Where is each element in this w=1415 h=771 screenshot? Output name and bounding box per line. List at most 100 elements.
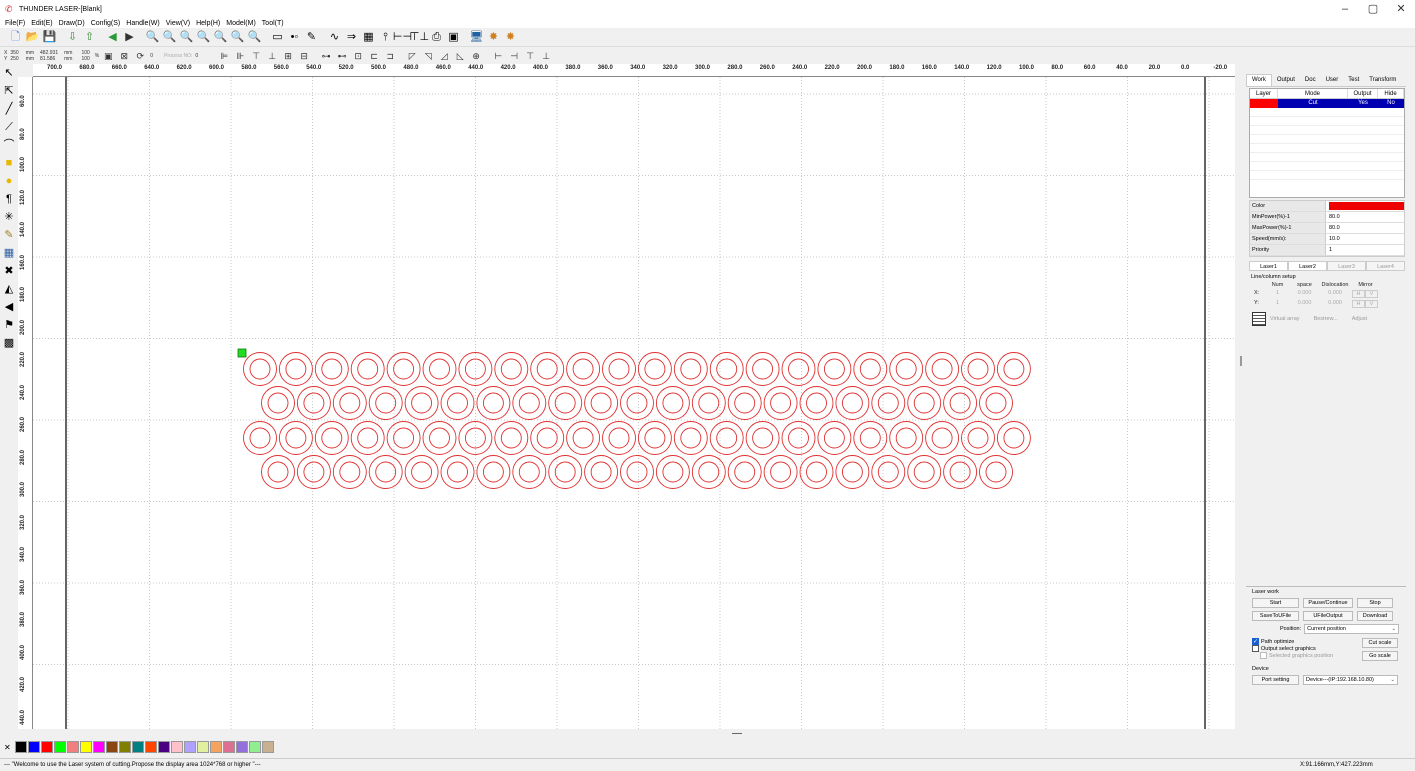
align-bottom-icon[interactable]: ⊥ xyxy=(266,50,278,62)
save-icon[interactable]: 💾 xyxy=(42,30,57,45)
color-swatch[interactable] xyxy=(223,741,235,753)
color-swatch[interactable] xyxy=(28,741,40,753)
import-icon[interactable]: ⇩ xyxy=(65,30,80,45)
tab-transform[interactable]: Transform xyxy=(1364,75,1401,86)
color-swatch[interactable] xyxy=(106,741,118,753)
lcs-x-mirror-v[interactable]: V xyxy=(1365,290,1378,298)
port-setting-button[interactable]: Port setting xyxy=(1252,675,1299,685)
start-button[interactable]: Start xyxy=(1252,598,1299,608)
download-button[interactable]: Download xyxy=(1357,611,1393,621)
lcs-y-space[interactable]: 0.000 xyxy=(1291,300,1318,308)
zoom-in-icon[interactable]: 🔍 xyxy=(162,30,177,45)
stop-button[interactable]: Stop xyxy=(1357,598,1393,608)
menu-view[interactable]: View(V) xyxy=(166,20,190,27)
align-left-icon[interactable]: ⊫ xyxy=(218,50,230,62)
center-icon[interactable]: ⊕ xyxy=(470,50,482,62)
position-select[interactable]: Current position ⌄ xyxy=(1304,624,1400,634)
grid-icon[interactable]: ▦ xyxy=(361,30,376,45)
mirror-icon[interactable]: ⊠ xyxy=(118,50,130,62)
prop-value[interactable]: 80.0 xyxy=(1326,212,1404,222)
menu-tool[interactable]: Tool(T) xyxy=(262,20,284,27)
distribute-h-icon[interactable]: ⊏ xyxy=(368,50,380,62)
color-swatch[interactable] xyxy=(210,741,222,753)
lcs-x-num[interactable]: 1 xyxy=(1264,290,1291,298)
color-swatch[interactable] xyxy=(93,741,105,753)
dot-tool-icon[interactable]: ✳ xyxy=(1,209,17,225)
no-color-icon[interactable]: ✕ xyxy=(4,743,12,752)
page-icon[interactable]: ▣ xyxy=(446,30,461,45)
color-swatch[interactable] xyxy=(197,741,209,753)
color-swatch[interactable] xyxy=(67,741,79,753)
vdist-icon[interactable]: ⊤⊥ xyxy=(410,30,429,45)
selected-position-checkbox[interactable]: Selected graphics position xyxy=(1260,652,1362,659)
tab-laser1[interactable]: Laser1 xyxy=(1249,261,1288,271)
table-row[interactable]: Cut Yes No xyxy=(1250,99,1404,108)
scale-y-value[interactable]: 100 xyxy=(81,56,89,62)
grid-tool-icon[interactable]: ▦ xyxy=(1,245,17,261)
array-grid-icon[interactable] xyxy=(1252,312,1266,326)
menu-file[interactable]: File(F) xyxy=(5,20,25,27)
output-select-checkbox[interactable]: Output select graphics xyxy=(1252,645,1362,652)
same-width-icon[interactable]: ⊶ xyxy=(320,50,332,62)
laser-icon[interactable]: ✸ xyxy=(486,30,501,45)
redo-icon[interactable]: ▶ xyxy=(122,30,137,45)
edge-bottom-icon[interactable]: ⊥ xyxy=(540,50,552,62)
laser-array-icon[interactable]: ✸ xyxy=(503,30,518,45)
tab-laser4[interactable]: Laser4 xyxy=(1366,261,1405,271)
process-value[interactable]: 0 xyxy=(195,53,198,59)
layer-mode[interactable]: Cut xyxy=(1278,99,1348,108)
rect-tool-icon[interactable]: ■ xyxy=(1,155,17,171)
undo-icon[interactable]: ◀ xyxy=(105,30,120,45)
close-button[interactable]: ✕ xyxy=(1387,0,1415,18)
maximize-button[interactable]: ▢ xyxy=(1359,0,1387,18)
zoom-select-icon[interactable]: 🔍 xyxy=(230,30,245,45)
lock-ratio-icon[interactable]: ▣ xyxy=(102,50,114,62)
pause-continue-button[interactable]: Pause/Continue xyxy=(1303,598,1353,608)
ufile-output-button[interactable]: UFileOutput xyxy=(1303,611,1353,621)
menu-handle[interactable]: Handle(W) xyxy=(126,20,159,27)
pen-icon[interactable]: ✎ xyxy=(304,30,319,45)
y-value[interactable]: 250 xyxy=(10,56,18,62)
go-scale-button[interactable]: Go scale xyxy=(1362,651,1398,661)
mirror-h-tool-icon[interactable]: ◭ xyxy=(1,281,17,297)
text-tool-icon[interactable]: ¶ xyxy=(1,191,17,207)
prop-color-swatch[interactable] xyxy=(1326,201,1404,211)
edge-left-icon[interactable]: ⊢ xyxy=(492,50,504,62)
mirror-v-tool-icon[interactable]: ◀ xyxy=(1,299,17,315)
edge-top-icon[interactable]: ⊤ xyxy=(524,50,536,62)
image-tool-icon[interactable]: ✎ xyxy=(1,227,17,243)
zoom-icon[interactable]: 🔍 xyxy=(145,30,160,45)
adjust-button[interactable]: Adjust xyxy=(1352,316,1367,322)
menu-draw[interactable]: Draw(D) xyxy=(59,20,85,27)
color-swatch[interactable] xyxy=(158,741,170,753)
distribute-v-icon[interactable]: ⊐ xyxy=(384,50,396,62)
tab-doc[interactable]: Doc xyxy=(1300,75,1321,86)
tab-laser3[interactable]: Laser3 xyxy=(1327,261,1366,271)
export-icon[interactable]: ⇧ xyxy=(82,30,97,45)
corner-br-icon[interactable]: ◿ xyxy=(438,50,450,62)
node-edit-icon[interactable]: •◦ xyxy=(287,30,302,45)
lcs-y-mirror-h[interactable]: H xyxy=(1352,300,1365,308)
align-top-icon[interactable]: ⊤ xyxy=(250,50,262,62)
bottom-handle[interactable] xyxy=(732,733,742,734)
color-swatch[interactable] xyxy=(132,741,144,753)
color-swatch[interactable] xyxy=(41,741,53,753)
new-file-icon[interactable]: 🗋 xyxy=(8,30,23,45)
tab-work[interactable]: Work xyxy=(1246,74,1272,86)
color-swatch[interactable] xyxy=(119,741,131,753)
open-folder-icon[interactable]: 📂 xyxy=(25,30,40,45)
drawing-canvas[interactable] xyxy=(33,77,1235,729)
array-tool-icon[interactable]: ▩ xyxy=(1,335,17,351)
flag-tool-icon[interactable]: ⚑ xyxy=(1,317,17,333)
monitor-icon[interactable]: 🖥 xyxy=(469,30,484,45)
corner-bl-icon[interactable]: ◺ xyxy=(454,50,466,62)
polyline-icon[interactable]: ⟋ xyxy=(1,119,17,135)
corner-tl-icon[interactable]: ◸ xyxy=(406,50,418,62)
color-swatch[interactable] xyxy=(145,741,157,753)
zoom-fit-icon[interactable]: 🔍 xyxy=(196,30,211,45)
color-swatch[interactable] xyxy=(236,741,248,753)
same-height-icon[interactable]: ⊷ xyxy=(336,50,348,62)
edge-right-icon[interactable]: ⊣ xyxy=(508,50,520,62)
lcs-x-disl[interactable]: 0.000 xyxy=(1318,290,1352,298)
printer-icon[interactable]: ⎙ xyxy=(429,30,444,45)
